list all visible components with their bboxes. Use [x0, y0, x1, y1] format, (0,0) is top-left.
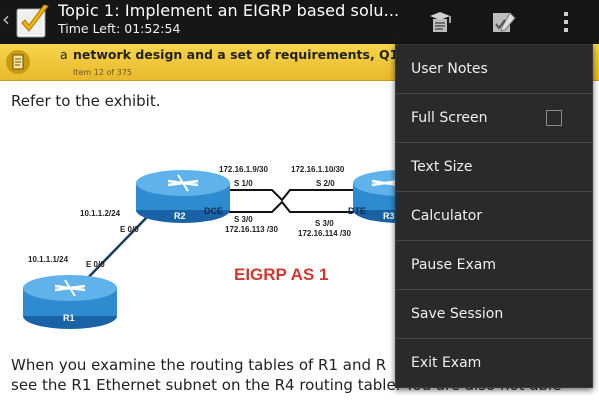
- mark-button[interactable]: [486, 6, 522, 38]
- menu-item-label: Save Session: [411, 306, 504, 322]
- menu-item-user-notes[interactable]: User Notes: [396, 45, 592, 94]
- overflow-menu-button[interactable]: [548, 6, 584, 38]
- label-s30-r2: S 3/0: [234, 215, 253, 224]
- label-e00-r2: E 0/0: [120, 225, 139, 234]
- label-r3: R3: [383, 211, 395, 221]
- menu-item-label: User Notes: [411, 61, 488, 77]
- link-r1-r2: [79, 213, 151, 287]
- label-net-r2: 10.1.1.2/24: [80, 209, 121, 218]
- checkbox-logo-icon[interactable]: [14, 3, 52, 41]
- chevron-left-icon[interactable]: ‹: [2, 8, 10, 30]
- overflow-menu: User Notes Full Screen Text Size Calcula…: [395, 44, 593, 388]
- label-s10: S 1/0: [234, 179, 253, 188]
- label-e00-r1: E 0/0: [86, 260, 105, 269]
- notes-button[interactable]: [422, 6, 458, 38]
- action-bar: ‹ Topic 1: Implement an EIGRP based solu…: [0, 0, 599, 44]
- menu-item-pause-exam[interactable]: Pause Exam: [396, 241, 592, 290]
- label-s30-r3: S 3/0: [315, 219, 334, 228]
- menu-item-text-size[interactable]: Text Size: [396, 143, 592, 192]
- eigrp-caption: EIGRP AS 1: [234, 265, 328, 284]
- document-icon: [6, 50, 30, 74]
- label-s10-ip: 172.16.1.9/30: [219, 165, 268, 174]
- label-s30-r3-ip: 172.16.114 /30: [298, 229, 351, 238]
- notes-cap-icon: [430, 12, 451, 32]
- label-s20-ip: 172.16.1.10/30: [291, 165, 345, 174]
- label-dce: DCE: [204, 206, 223, 216]
- refer-text: Refer to the exhibit.: [11, 92, 161, 110]
- menu-item-label: Exit Exam: [411, 355, 482, 371]
- label-s30-r2-ip: 172.16.113 /30: [225, 225, 278, 234]
- label-r2: R2: [174, 211, 186, 221]
- edit-check-icon: [493, 12, 516, 32]
- network-exhibit: R2 DCE DTE R3 R1 172.16.1.9/30 S 1/0 172…: [23, 165, 420, 329]
- menu-item-full-screen[interactable]: Full Screen: [396, 94, 592, 143]
- menu-item-label: Full Screen: [411, 110, 488, 126]
- link-s30-s30: [225, 200, 360, 213]
- menu-item-label: Pause Exam: [411, 257, 496, 273]
- label-s20: S 2/0: [316, 179, 335, 188]
- exam-title: Topic 1: Implement an EIGRP based solu..…: [58, 1, 400, 20]
- label-r1: R1: [63, 313, 75, 323]
- menu-item-label: Calculator: [411, 208, 483, 224]
- menu-item-save-session[interactable]: Save Session: [396, 290, 592, 339]
- full-screen-checkbox[interactable]: [546, 110, 562, 126]
- label-net-r1: 10.1.1.1/24: [28, 255, 69, 264]
- banner-prefix: a: [60, 47, 68, 62]
- label-dte: DTE: [348, 206, 366, 216]
- banner-question-title: network design and a set of requirements…: [73, 47, 408, 62]
- menu-item-exit-exam[interactable]: Exit Exam: [396, 339, 592, 387]
- menu-item-label: Text Size: [411, 159, 473, 175]
- link-s10-s20: [225, 189, 360, 202]
- menu-item-calculator[interactable]: Calculator: [396, 192, 592, 241]
- time-left: Time Left: 01:52:54: [58, 21, 181, 36]
- item-counter: Item 12 of 375: [73, 68, 132, 77]
- overflow-menu-icon: [564, 12, 568, 32]
